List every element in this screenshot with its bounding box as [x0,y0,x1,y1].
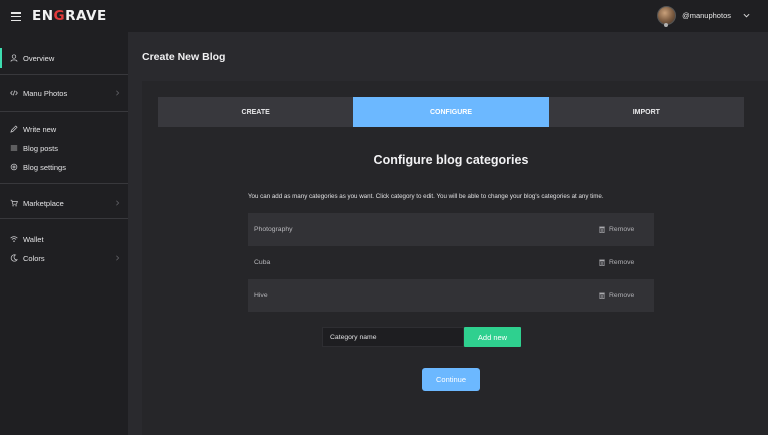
category-row[interactable]: Cuba Remove [248,246,654,279]
wizard-tabs: CREATE CONFIGURE IMPORT [158,97,744,127]
avatar[interactable] [657,6,677,27]
sidebar-item-label: Blog settings [23,162,66,172]
username: @manuphotos [682,11,731,20]
user-icon [10,54,18,62]
category-row[interactable]: Photography Remove [248,213,654,246]
add-new-button[interactable]: Add new [464,327,521,347]
sidebar-divider [0,218,128,219]
sidebar-item-manu-photos[interactable]: Manu Photos [0,82,128,104]
list-icon [10,145,18,151]
sidebar-item-label: Colors [23,253,45,263]
trash-icon [599,259,605,266]
sidebar-item-colors[interactable]: Colors [0,247,128,269]
tab-configure[interactable]: CONFIGURE [353,97,549,127]
sidebar-item-label: Overview [23,53,55,63]
trash-icon [599,292,605,299]
wifi-icon [10,236,18,242]
category-name[interactable]: Hive [254,292,268,299]
gear-icon [10,163,18,171]
sidebar-item-label: Wallet [23,234,44,244]
sidebar-item-label: Write new [23,124,57,134]
menu-icon[interactable] [11,12,21,21]
remove-label: Remove [609,292,635,299]
sidebar-item-label: Marketplace [23,198,64,208]
remove-button[interactable]: Remove [599,292,634,299]
sidebar-item-label: Blog posts [23,143,59,153]
sidebar-item-marketplace[interactable]: Marketplace [0,192,128,214]
remove-button[interactable]: Remove [599,259,634,266]
category-row[interactable]: Hive Remove [248,279,654,312]
chevron-right-icon [116,200,120,206]
sidebar-item-blog-settings[interactable]: Blog settings [0,156,128,178]
chevron-right-icon [116,90,120,96]
section-title: Configure blog categories [373,153,529,167]
sidebar-divider [0,111,128,112]
top-bar: ENGRAVE @manuphotos [0,0,768,32]
user-menu[interactable]: @manuphotos [657,6,750,27]
page-title: Create New Blog [142,51,226,63]
category-name[interactable]: Photography [254,226,293,233]
continue-button[interactable]: Continue [422,368,480,391]
sidebar-item-overview[interactable]: Overview [0,47,128,69]
sidebar-divider [0,74,128,75]
sidebar-item-label: Manu Photos [23,88,68,98]
sidebar-divider [0,183,128,184]
tab-create[interactable]: CREATE [158,97,354,127]
tab-import[interactable]: IMPORT [548,97,744,127]
sidebar: Overview Manu Photos Write new Blog post… [0,32,128,435]
remove-button[interactable]: Remove [599,226,634,233]
cart-icon [10,199,18,207]
chevron-down-icon[interactable] [743,12,750,19]
remove-label: Remove [609,259,635,266]
category-name[interactable]: Cuba [254,259,270,266]
section-description: You can add as many categories as you wa… [248,193,604,200]
code-icon [10,90,18,96]
chevron-right-icon [116,255,120,261]
engrave-logo[interactable]: ENGRAVE [32,8,107,24]
moon-icon [10,254,18,262]
remove-label: Remove [609,226,635,233]
category-name-input[interactable] [322,327,464,347]
pencil-icon [10,125,18,133]
trash-icon [599,226,605,233]
